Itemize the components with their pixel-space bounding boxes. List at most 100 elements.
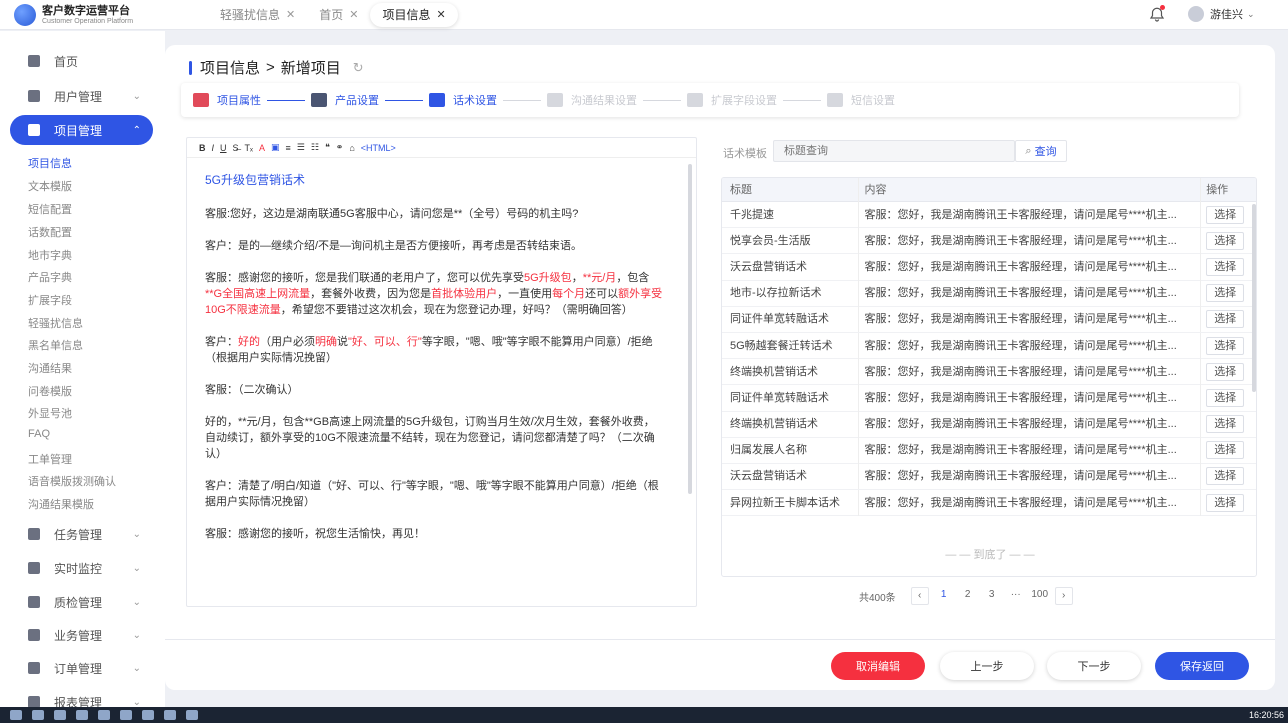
app-logo[interactable]: 客户数字运营平台 Customer Operation Platform xyxy=(14,4,133,26)
bold-icon[interactable]: B xyxy=(199,143,206,153)
clear-format-icon[interactable]: Tₓ xyxy=(245,143,253,153)
save-return-button[interactable]: 保存返回 xyxy=(1155,652,1249,680)
sidebar-item-orders[interactable]: 订单管理 ⌄ xyxy=(10,653,153,683)
page-number[interactable]: 2 xyxy=(959,587,977,605)
file-explorer-icon[interactable] xyxy=(54,710,66,720)
sidebar-sub-item[interactable]: 问卷模版 xyxy=(28,383,72,399)
brush-icon[interactable]: ⌂ xyxy=(349,143,354,153)
script-editor[interactable]: B I U S̶ Tₓ A ▣ ≡ ☰ ☷ ❝ ⚭ ⌂ <HTML> 5G升级包… xyxy=(186,137,697,607)
sidebar-sub-item[interactable]: 扩展字段 xyxy=(28,292,72,308)
table-scrollbar[interactable] xyxy=(1252,204,1256,392)
sidebar-item-users[interactable]: 用户管理 ⌄ xyxy=(10,81,153,111)
sidebar-sub-item[interactable]: 沟通结果 xyxy=(28,360,72,376)
script-paragraph: 客服：（二次确认） xyxy=(205,384,299,396)
close-icon[interactable]: ✕ xyxy=(349,3,358,27)
browser-icon[interactable] xyxy=(98,710,110,720)
sidebar-sub-item[interactable]: 短信配置 xyxy=(28,201,72,217)
wechat-icon[interactable] xyxy=(164,710,176,720)
search-button[interactable]: ⌕ 查询 xyxy=(1015,140,1067,162)
cell-content: 客服：您好，我是湖南腾讯王卡客服经理，请问是尾号****机主... xyxy=(857,253,1201,280)
step-extend-fields[interactable]: 扩展字段设置 xyxy=(687,92,777,108)
ordered-list-icon[interactable]: ☷ xyxy=(311,142,319,153)
text-run: ，一直使用 xyxy=(497,288,553,300)
app-icon[interactable] xyxy=(186,710,198,720)
chrome-icon[interactable] xyxy=(76,710,88,720)
quote-icon[interactable]: ❝ xyxy=(325,142,330,153)
sidebar-sub-item[interactable]: 话数配置 xyxy=(28,224,72,240)
select-button[interactable]: 选择 xyxy=(1206,441,1245,460)
prev-page-icon[interactable]: ‹ xyxy=(910,587,929,605)
link-icon[interactable]: ⚭ xyxy=(336,142,344,153)
select-button[interactable]: 选择 xyxy=(1206,336,1245,355)
task-view-icon[interactable] xyxy=(32,710,44,720)
tab-harass-info[interactable]: 轻骚扰信息 ✕ xyxy=(208,3,307,27)
step-result-settings[interactable]: 沟通结果设置 xyxy=(547,92,637,108)
next-step-button[interactable]: 下一步 xyxy=(1047,652,1141,680)
refresh-icon[interactable]: ↻ xyxy=(353,60,364,76)
sidebar-item-home[interactable]: 首页 xyxy=(10,46,153,76)
tab-project-info[interactable]: 项目信息 ✕ xyxy=(370,3,458,27)
sidebar-item-reports[interactable]: 报表管理 ⌄ xyxy=(10,687,153,707)
select-button[interactable]: 选择 xyxy=(1206,205,1245,224)
close-icon[interactable]: ✕ xyxy=(286,3,295,27)
tab-home[interactable]: 首页 ✕ xyxy=(307,3,370,27)
sidebar-item-business[interactable]: 业务管理 ⌄ xyxy=(10,620,153,650)
sidebar-sub-item[interactable]: 工单管理 xyxy=(28,451,72,467)
sidebar-sub-item[interactable]: 沟通结果模版 xyxy=(28,496,94,512)
sidebar-sub-item[interactable]: 轻骚扰信息 xyxy=(28,315,83,331)
step-script-settings[interactable]: 话术设置 xyxy=(429,92,497,108)
notepad-icon[interactable] xyxy=(142,710,154,720)
step-project-attributes[interactable]: 项目属性 xyxy=(193,92,261,108)
cell-content: 客服：您好，我是湖南腾讯王卡客服经理，请问是尾号****机主... xyxy=(857,463,1201,490)
select-button[interactable]: 选择 xyxy=(1206,493,1245,512)
select-button[interactable]: 选择 xyxy=(1206,284,1245,303)
sidebar-sub-item[interactable]: 语音模版拨测确认 xyxy=(28,473,116,489)
editor-scrollbar[interactable] xyxy=(688,164,692,494)
next-page-icon[interactable]: › xyxy=(1054,587,1073,605)
html-icon[interactable]: <HTML> xyxy=(361,143,396,153)
select-button[interactable]: 选择 xyxy=(1206,231,1245,250)
font-color-icon[interactable]: A xyxy=(259,143,265,153)
page-ellipsis[interactable]: ··· xyxy=(1007,587,1025,605)
sidebar-sub-item[interactable]: 项目信息 xyxy=(28,155,72,171)
step-sms-settings[interactable]: 短信设置 xyxy=(827,92,895,108)
underline-icon[interactable]: U xyxy=(220,143,227,153)
sidebar-item-label: 报表管理 xyxy=(54,695,103,708)
sidebar-item-tasks[interactable]: 任务管理 ⌄ xyxy=(10,519,153,549)
strike-icon[interactable]: S̶ xyxy=(233,143,239,153)
italic-icon[interactable]: I xyxy=(212,143,215,153)
close-icon[interactable]: ✕ xyxy=(436,3,445,27)
page-number[interactable]: 1 xyxy=(935,587,953,605)
sidebar-sub-item[interactable]: 黑名单信息 xyxy=(28,337,83,353)
editor-content[interactable]: 5G升级包营销话术 客服:您好，这边是湖南联通5G客服中心，请问您是**（全号）… xyxy=(205,172,665,558)
list-icon[interactable]: ☰ xyxy=(297,142,305,153)
page-number[interactable]: 3 xyxy=(983,587,1001,605)
cancel-edit-button[interactable]: 取消编辑 xyxy=(831,652,925,680)
page-number[interactable]: 100 xyxy=(1031,587,1049,605)
breadcrumb-parent[interactable]: 项目信息 xyxy=(200,57,260,78)
template-search-input[interactable] xyxy=(773,140,1015,162)
sidebar-item-project[interactable]: 项目管理 ⌃ xyxy=(10,115,153,145)
windows-start-icon[interactable] xyxy=(10,710,22,720)
align-icon[interactable]: ≡ xyxy=(286,143,291,153)
select-button[interactable]: 选择 xyxy=(1206,362,1245,381)
task-icon xyxy=(28,528,40,540)
sidebar-sub-item[interactable]: 地市字典 xyxy=(28,247,72,263)
sidebar-sub-item[interactable]: 文本模版 xyxy=(28,178,72,194)
sidebar-sub-item[interactable]: FAQ xyxy=(28,428,50,440)
user-menu[interactable]: 游佳兴 ⌄ xyxy=(1188,6,1255,22)
select-button[interactable]: 选择 xyxy=(1206,310,1245,329)
layers-icon xyxy=(311,93,327,107)
select-button[interactable]: 选择 xyxy=(1206,467,1245,486)
select-button[interactable]: 选择 xyxy=(1206,388,1245,407)
terminal-icon[interactable] xyxy=(120,710,132,720)
sidebar-sub-item[interactable]: 产品字典 xyxy=(28,269,72,285)
sidebar-item-monitor[interactable]: 实时监控 ⌄ xyxy=(10,553,153,583)
prev-step-button[interactable]: 上一步 xyxy=(940,652,1034,680)
select-button[interactable]: 选择 xyxy=(1206,257,1245,276)
step-product-settings[interactable]: 产品设置 xyxy=(311,92,379,108)
image-icon[interactable]: ▣ xyxy=(271,142,280,153)
sidebar-item-quality[interactable]: 质检管理 ⌄ xyxy=(10,587,153,617)
sidebar-sub-item[interactable]: 外显号池 xyxy=(28,405,72,421)
select-button[interactable]: 选择 xyxy=(1206,415,1245,434)
